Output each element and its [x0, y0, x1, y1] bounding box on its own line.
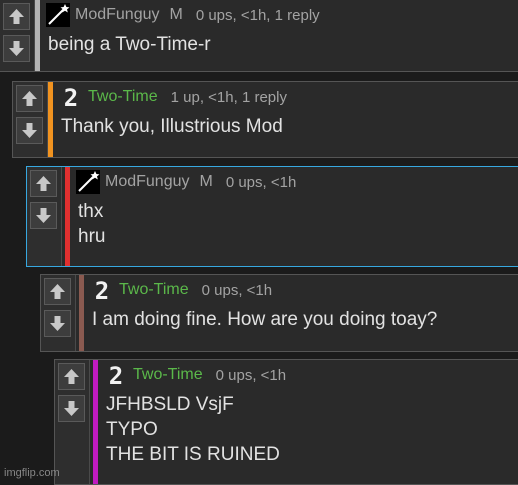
avatar[interactable] [46, 3, 70, 27]
arrow-down-icon [50, 316, 65, 331]
comment-header: ModFunguy M 0 ups, <1h [76, 170, 515, 194]
avatar[interactable]: 2 [90, 278, 114, 302]
arrow-down-icon [22, 123, 37, 138]
comment-meta: 0 ups, <1h [225, 173, 297, 191]
comment-header: ModFunguy M 0 ups, <1h, 1 reply [46, 3, 514, 27]
comment-header: 2 Two-Time 0 ups, <1h [104, 363, 515, 387]
avatar[interactable] [76, 170, 100, 194]
comment-thread: { "comments": [ { "author": "ModFunguy",… [0, 0, 518, 485]
vote-column [0, 0, 35, 71]
comment-2: 2 Two-Time 1 up, <1h, 1 reply Thank you,… [12, 81, 518, 158]
arrow-up-icon [22, 91, 37, 106]
shooting-star-icon [46, 3, 70, 27]
vote-column [55, 360, 90, 484]
downvote-button[interactable] [3, 35, 30, 62]
arrow-up-icon [36, 176, 51, 191]
comment-header: 2 Two-Time 0 ups, <1h [90, 278, 515, 302]
upvote-button[interactable] [3, 3, 30, 30]
svg-text:2: 2 [64, 85, 78, 109]
username-link[interactable]: ModFunguy [105, 173, 190, 191]
comment-text: being a Two-Time-r [48, 34, 211, 55]
arrow-down-icon [64, 401, 79, 416]
arrow-up-icon [64, 369, 79, 384]
upvote-button[interactable] [30, 170, 57, 197]
downvote-button[interactable] [44, 310, 71, 337]
imgflip-watermark: imgflip.com [4, 467, 60, 479]
username-link[interactable]: ModFunguy [75, 6, 160, 24]
upvote-button[interactable] [16, 85, 43, 112]
comment-4: 2 Two-Time 0 ups, <1h I am doing fine. H… [40, 274, 518, 352]
comment-meta: 0 ups, <1h [215, 366, 287, 384]
svg-text:2: 2 [109, 363, 123, 387]
number-two-icon: 2 [104, 363, 128, 387]
comment-meta: 1 up, <1h, 1 reply [170, 88, 287, 106]
username-link[interactable]: Two-Time [88, 88, 158, 106]
number-two-icon: 2 [90, 278, 114, 302]
vote-column [41, 275, 76, 351]
username-link[interactable]: Two-Time [119, 281, 189, 299]
comment-text: I am doing fine. How are you doing toay? [92, 309, 438, 330]
downvote-button[interactable] [30, 202, 57, 229]
upvote-button[interactable] [58, 363, 85, 390]
downvote-button[interactable] [58, 395, 85, 422]
downvote-button[interactable] [16, 117, 43, 144]
vote-column [13, 82, 48, 157]
arrow-up-icon [50, 284, 65, 299]
mod-badge: M [199, 173, 213, 190]
shooting-star-icon [76, 170, 100, 194]
arrow-down-icon [36, 208, 51, 223]
comment-header: 2 Two-Time 1 up, <1h, 1 reply [59, 85, 515, 109]
vote-column [27, 167, 62, 266]
mod-badge: M [169, 6, 183, 23]
number-two-icon: 2 [59, 85, 83, 109]
username-link[interactable]: Two-Time [133, 366, 203, 384]
comment-text: JFHBSLD VsjF TYPO THE BIT IS RUINED [106, 394, 280, 465]
comment-meta: 0 ups, <1h [201, 281, 273, 299]
comment-text: Thank you, Illustrious Mod [61, 116, 283, 137]
arrow-down-icon [9, 41, 24, 56]
comment-5: 2 Two-Time 0 ups, <1h JFHBSLD VsjF TYPO … [54, 359, 518, 485]
comment-text: thx hru [78, 201, 106, 247]
svg-text:2: 2 [95, 278, 109, 302]
comment-3: ModFunguy M 0 ups, <1h thx hru [26, 166, 518, 267]
comment-1: ModFunguy M 0 ups, <1h, 1 reply being a … [0, 0, 518, 72]
comment-meta: 0 ups, <1h, 1 reply [195, 6, 320, 24]
arrow-up-icon [9, 9, 24, 24]
avatar[interactable]: 2 [59, 85, 83, 109]
upvote-button[interactable] [44, 278, 71, 305]
avatar[interactable]: 2 [104, 363, 128, 387]
